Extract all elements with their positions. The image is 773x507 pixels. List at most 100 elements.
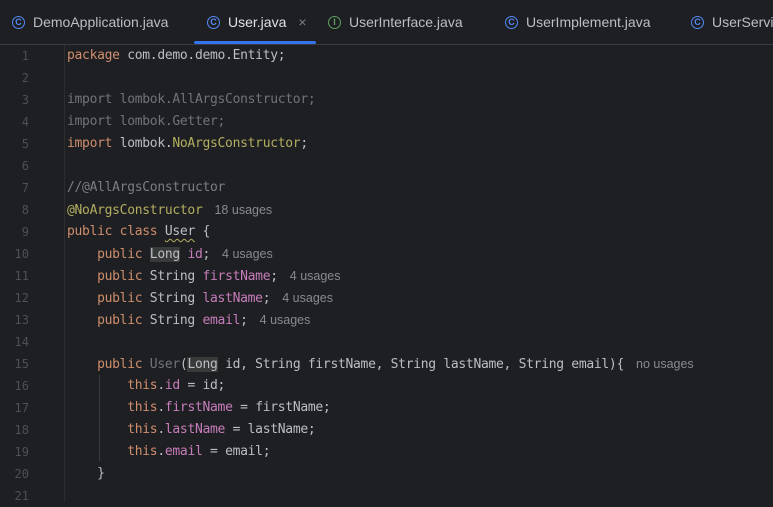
code-token: public (67, 313, 150, 328)
usages-hint[interactable]: 4 usages (260, 313, 311, 327)
code-token: ; (202, 247, 211, 262)
usages-hint[interactable]: 4 usages (290, 269, 341, 283)
code-token: id (164, 378, 180, 393)
line-number[interactable]: 6 (0, 155, 29, 177)
code-token: String (149, 269, 203, 284)
usages-hint[interactable]: no usages (636, 357, 694, 371)
code-token: = email; (202, 444, 271, 459)
code-token: lastName (164, 422, 226, 437)
code-line[interactable]: 19 this.email = email; (0, 441, 773, 463)
line-number[interactable]: 16 (0, 375, 29, 397)
code-line[interactable]: 14 (0, 331, 773, 353)
code-line[interactable]: 16 this.id = id; (0, 375, 773, 397)
code-token: . (157, 422, 165, 437)
code-line[interactable]: 3 import lombok.AllArgsConstructor; (0, 89, 773, 111)
usages-hint[interactable]: 18 usages (214, 203, 272, 217)
code-token: public (67, 357, 150, 372)
line-number[interactable]: 11 (0, 265, 29, 287)
tab-user-implement[interactable]: C UserImplement.java (505, 0, 651, 44)
line-number[interactable]: 14 (0, 331, 29, 353)
code-text: import lombok.AllArgsConstructor; (67, 89, 316, 111)
usages-hint[interactable]: 4 usages (222, 247, 273, 261)
code-line[interactable]: 20 } (0, 463, 773, 485)
line-number[interactable]: 20 (0, 463, 29, 485)
code-text: @NoArgsConstructor 18 usages (67, 199, 272, 222)
code-token: this (67, 422, 158, 437)
line-number[interactable]: 21 (0, 485, 29, 507)
line-number[interactable]: 15 (0, 353, 29, 375)
code-line[interactable]: 9 public class User { (0, 221, 773, 243)
code-line[interactable]: 13 public String email; 4 usages (0, 309, 773, 331)
code-line[interactable]: 1 package com.demo.demo.Entity; (0, 45, 773, 67)
code-text: public String firstName; 4 usages (67, 265, 341, 288)
line-number[interactable]: 4 (0, 111, 29, 133)
code-text: this.firstName = firstName; (67, 397, 331, 419)
code-token: public class (67, 224, 165, 239)
code-line[interactable]: 18 this.lastName = lastName; (0, 419, 773, 441)
code-token: . (157, 444, 165, 459)
code-text: public User(Long id, String firstName, S… (67, 353, 694, 376)
code-token: @NoArgsConstructor (67, 203, 203, 218)
line-number[interactable]: 3 (0, 89, 29, 111)
line-number[interactable]: 9 (0, 221, 29, 243)
code-token: } (67, 466, 105, 481)
line-number[interactable]: 7 (0, 177, 29, 199)
close-icon[interactable]: × (298, 14, 306, 30)
code-line[interactable]: 7 //@AllArgsConstructor (0, 177, 773, 199)
code-token: ; (262, 291, 271, 306)
code-line[interactable]: 12 public String lastName; 4 usages (0, 287, 773, 309)
code-token: Long (149, 247, 180, 262)
line-number[interactable]: 12 (0, 287, 29, 309)
code-line[interactable]: 11 public String firstName; 4 usages (0, 265, 773, 287)
line-number[interactable]: 17 (0, 397, 29, 419)
class-icon: C (12, 15, 25, 29)
code-token: String (149, 291, 203, 306)
line-number[interactable]: 2 (0, 67, 29, 89)
tab-demo-application[interactable]: C DemoApplication.java (12, 0, 168, 44)
line-number[interactable]: 13 (0, 309, 29, 331)
line-number[interactable]: 1 (0, 45, 29, 67)
code-token: lombok. (119, 136, 173, 151)
tab-user-service[interactable]: C UserServi (691, 0, 773, 44)
code-line[interactable]: 10 public Long id; 4 usages (0, 243, 773, 265)
editor-tab-bar: C DemoApplication.java C User.java × I U… (0, 0, 773, 45)
code-token: email (164, 444, 203, 459)
line-number[interactable]: 8 (0, 199, 29, 221)
code-line[interactable]: 8 @NoArgsConstructor 18 usages (0, 199, 773, 221)
tab-label: User.java (228, 14, 287, 30)
code-token: public (67, 247, 150, 262)
code-line[interactable]: 6 (0, 155, 773, 177)
code-token: //@AllArgsConstructor (67, 180, 226, 195)
code-text: import lombok.NoArgsConstructor; (67, 133, 308, 155)
tab-user[interactable]: C User.java × (207, 0, 307, 44)
code-token: String (149, 313, 203, 328)
line-number[interactable]: 10 (0, 243, 29, 265)
code-token: email (202, 313, 241, 328)
code-token: . (157, 400, 165, 415)
code-line[interactable]: 15 public User(Long id, String firstName… (0, 353, 773, 375)
code-token: com.demo.demo.Entity; (127, 48, 286, 63)
code-line[interactable]: 4 import lombok.Getter; (0, 111, 773, 133)
usages-hint[interactable]: 4 usages (282, 291, 333, 305)
code-token: import lombok.Getter; (67, 114, 226, 129)
code-text: } (67, 463, 105, 485)
code-line[interactable]: 5 import lombok.NoArgsConstructor; (0, 133, 773, 155)
tab-label: UserServi (712, 14, 773, 30)
code-text: this.lastName = lastName; (67, 419, 316, 441)
active-tab-indicator (194, 41, 316, 44)
code-line[interactable]: 2 (0, 67, 773, 89)
line-number[interactable]: 18 (0, 419, 29, 441)
code-token: id (187, 247, 203, 262)
code-line[interactable]: 17 this.firstName = firstName; (0, 397, 773, 419)
code-token: public (67, 269, 150, 284)
code-token: public (67, 291, 150, 306)
line-number[interactable]: 19 (0, 441, 29, 463)
code-line[interactable]: 21 (0, 485, 773, 507)
tab-user-interface[interactable]: I UserInterface.java (328, 0, 463, 44)
code-token: . (157, 378, 165, 393)
code-token: = lastName; (225, 422, 316, 437)
code-text: this.email = email; (67, 441, 270, 463)
code-token: { (194, 224, 211, 239)
line-number[interactable]: 5 (0, 133, 29, 155)
code-token: import (67, 136, 120, 151)
